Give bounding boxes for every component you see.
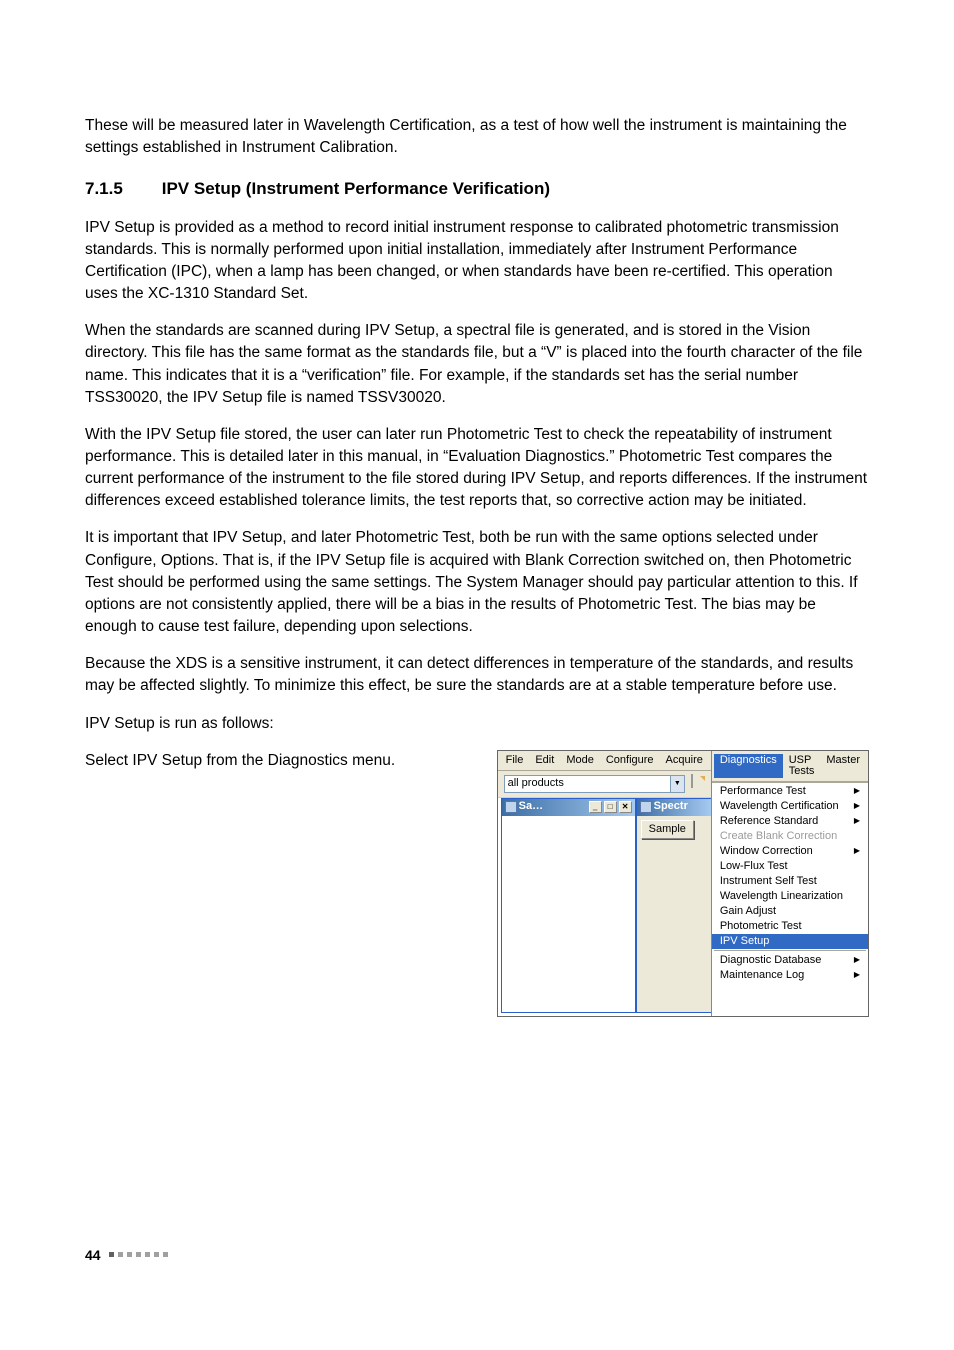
menu-usp-tests[interactable]: USP Tests bbox=[783, 754, 821, 778]
body-paragraph: Select IPV Setup from the Diagnostics me… bbox=[85, 750, 487, 772]
menu-item[interactable]: Performance Test▶ bbox=[712, 784, 868, 799]
menu-diagnostics[interactable]: Diagnostics bbox=[714, 754, 783, 778]
sample-button[interactable]: Sample bbox=[641, 820, 694, 839]
subwindow-title: Sa… bbox=[519, 801, 587, 812]
subwindow-titlebar: Sa… ‗ □ ✕ bbox=[502, 799, 635, 816]
section-title: IPV Setup (Instrument Performance Verifi… bbox=[162, 177, 550, 201]
body-paragraph: IPV Setup is provided as a method to rec… bbox=[85, 217, 869, 306]
menu-item-label: Reference Standard bbox=[720, 816, 850, 827]
close-icon[interactable]: ✕ bbox=[619, 801, 632, 813]
menu-edit[interactable]: Edit bbox=[529, 754, 560, 767]
app-left-pane: File Edit Mode Configure Acquire all pro… bbox=[498, 751, 712, 1016]
submenu-arrow-icon: ▶ bbox=[850, 787, 860, 795]
menu-item-label: IPV Setup bbox=[720, 936, 860, 947]
menu-item[interactable]: IPV Setup bbox=[712, 934, 868, 949]
menu-acquire[interactable]: Acquire bbox=[660, 754, 709, 767]
body-paragraph: IPV Setup is run as follows: bbox=[85, 713, 869, 735]
menu-item-label: Low-Flux Test bbox=[720, 861, 860, 872]
menu-item-label: Wavelength Certification bbox=[720, 801, 850, 812]
menubar-right: Diagnostics USP Tests Master bbox=[712, 751, 868, 782]
minimize-icon[interactable]: ‗ bbox=[589, 801, 602, 813]
subwindow-title: Spectr bbox=[654, 801, 711, 812]
menu-item[interactable]: Photometric Test bbox=[712, 919, 868, 934]
menu-item-label: Create Blank Correction bbox=[720, 831, 860, 842]
body-paragraph: When the standards are scanned during IP… bbox=[85, 320, 869, 409]
menu-item-label: Maintenance Log bbox=[720, 970, 850, 981]
subwindow-body: Sample bbox=[637, 816, 711, 1012]
combo-text: all products bbox=[505, 778, 670, 789]
page-footer: 44 bbox=[85, 1245, 168, 1265]
body-paragraph: With the IPV Setup file stored, the user… bbox=[85, 424, 869, 513]
subwindow-titlebar: Spectr bbox=[637, 799, 711, 816]
menu-item[interactable]: Reference Standard▶ bbox=[712, 814, 868, 829]
menu-item-label: Performance Test bbox=[720, 786, 850, 797]
menu-item[interactable]: Wavelength Linearization bbox=[712, 889, 868, 904]
section-number: 7.1.5 bbox=[85, 177, 157, 201]
menubar-left: File Edit Mode Configure Acquire bbox=[498, 751, 711, 771]
menu-item-label: Diagnostic Database bbox=[720, 955, 850, 966]
intro-paragraph: These will be measured later in Waveleng… bbox=[85, 115, 869, 159]
menu-item[interactable]: Gain Adjust bbox=[712, 904, 868, 919]
submenu-arrow-icon: ▶ bbox=[850, 802, 860, 810]
body-paragraph: It is important that IPV Setup, and late… bbox=[85, 527, 869, 638]
menu-file[interactable]: File bbox=[500, 754, 530, 767]
maximize-icon[interactable]: □ bbox=[604, 801, 617, 813]
submenu-arrow-icon: ▶ bbox=[850, 817, 860, 825]
footer-dots bbox=[109, 1252, 168, 1257]
menu-item[interactable]: Window Correction▶ bbox=[712, 844, 868, 859]
product-combo[interactable]: all products ▼ bbox=[504, 775, 685, 793]
spectra-subwindow: Spectr Sample bbox=[636, 798, 711, 1013]
menu-item[interactable]: Maintenance Log▶ bbox=[712, 968, 868, 983]
window-icon bbox=[505, 801, 517, 813]
menu-item[interactable]: Wavelength Certification▶ bbox=[712, 799, 868, 814]
toolbar-row: all products ▼ bbox=[498, 771, 711, 798]
chevron-down-icon[interactable]: ▼ bbox=[670, 776, 684, 792]
menu-configure[interactable]: Configure bbox=[600, 754, 660, 767]
submenu-arrow-icon: ▶ bbox=[850, 847, 860, 855]
submenu-arrow-icon: ▶ bbox=[850, 956, 860, 964]
menu-item-label: Window Correction bbox=[720, 846, 850, 857]
body-paragraph: Because the XDS is a sensitive instrumen… bbox=[85, 653, 869, 697]
new-document-icon[interactable] bbox=[689, 775, 707, 793]
menu-item[interactable]: Diagnostic Database▶ bbox=[712, 953, 868, 968]
menu-master[interactable]: Master bbox=[820, 754, 866, 778]
diagnostics-dropdown: Performance Test▶Wavelength Certificatio… bbox=[712, 782, 868, 1016]
app-right-pane: Diagnostics USP Tests Master Performance… bbox=[712, 751, 868, 1016]
menu-item[interactable]: Instrument Self Test bbox=[712, 874, 868, 889]
menu-mode[interactable]: Mode bbox=[560, 754, 600, 767]
chart-icon bbox=[640, 801, 652, 813]
page-number: 44 bbox=[85, 1245, 101, 1265]
submenu-arrow-icon: ▶ bbox=[850, 971, 860, 979]
menu-separator bbox=[714, 950, 866, 952]
app-screenshot: File Edit Mode Configure Acquire all pro… bbox=[497, 750, 869, 1017]
section-heading: 7.1.5 IPV Setup (Instrument Performance … bbox=[85, 177, 869, 201]
menu-item-label: Instrument Self Test bbox=[720, 876, 860, 887]
menu-item-label: Photometric Test bbox=[720, 921, 860, 932]
sample-subwindow: Sa… ‗ □ ✕ bbox=[501, 798, 636, 1013]
subwindow-body bbox=[502, 816, 635, 1012]
menu-item-label: Wavelength Linearization bbox=[720, 891, 860, 902]
menu-item[interactable]: Low-Flux Test bbox=[712, 859, 868, 874]
menu-item-label: Gain Adjust bbox=[720, 906, 860, 917]
menu-item: Create Blank Correction bbox=[712, 829, 868, 844]
